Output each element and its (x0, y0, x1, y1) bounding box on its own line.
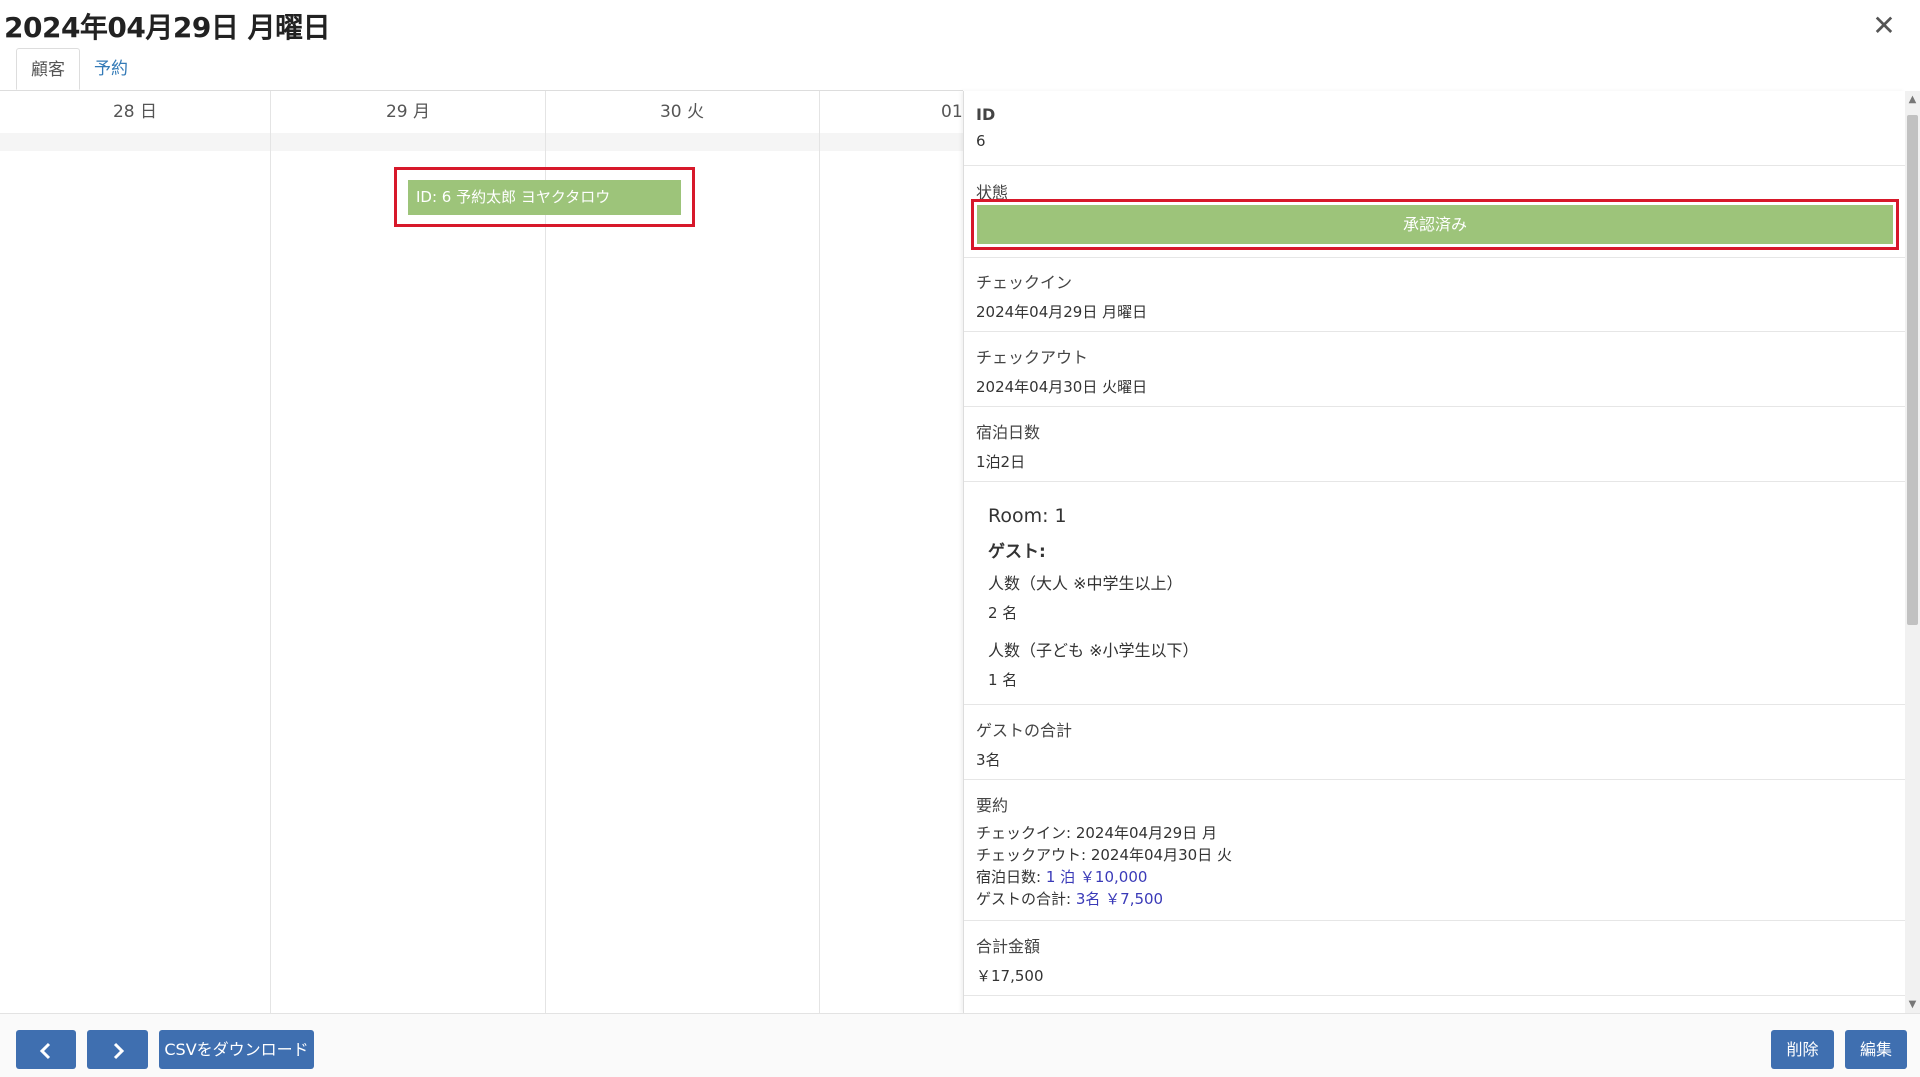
summary-nights-key: 宿泊日数: (976, 868, 1042, 886)
close-icon: ✕ (1872, 9, 1896, 42)
total-amount-value: ￥17,500 (976, 967, 1044, 985)
csv-download-button[interactable]: CSVをダウンロード (159, 1030, 314, 1069)
summary-checkin-value: 2024年04月29日 月 (1075, 824, 1217, 842)
reservation-event[interactable]: ID: 6 予約太郎 ヨヤクタロウ (408, 180, 681, 215)
id-label: ID (976, 105, 996, 124)
checkin-field: チェックイン 2024年04月29日 月曜日 (976, 269, 1894, 322)
edit-button[interactable]: 編集 (1845, 1030, 1907, 1069)
summary-checkout-value: 2024年04月30日 火 (1090, 846, 1232, 864)
divider (964, 257, 1905, 258)
divider (964, 704, 1905, 705)
divider (964, 165, 1905, 166)
summary-guests-key: ゲストの合計: (976, 890, 1072, 908)
adults-label: 人数（大人 ※中学生以上） (988, 574, 1183, 593)
id-field: ID 6 (976, 105, 1894, 150)
guest-total-value: 3名 (976, 751, 1001, 769)
checkin-value: 2024年04月29日 月曜日 (976, 303, 1148, 321)
divider (964, 995, 1905, 996)
day-header-30: 30 火 (659, 102, 705, 122)
summary-guests-value: 3名 ￥7,500 (1075, 890, 1164, 908)
total-amount-field: 合計金額 ￥17,500 (976, 933, 1894, 986)
column-divider (545, 91, 546, 1013)
children-label: 人数（子ども ※小学生以下） (988, 641, 1199, 660)
summary-label: 要約 (976, 796, 1009, 815)
scroll-up-arrow-icon[interactable]: ▲ (1905, 91, 1920, 108)
room-guest-label: ゲスト: (988, 542, 1046, 562)
adults-value: 2 名 (988, 604, 1018, 622)
tab-reservations[interactable]: 予約 (80, 48, 142, 90)
close-button[interactable]: ✕ (1870, 12, 1898, 40)
day-header-01: 01 (941, 102, 963, 122)
nights-field: 宿泊日数 1泊2日 (976, 419, 1894, 472)
reservation-dialog: 2024年04月29日 月曜日 ✕ 顧客 予約 28 日 29 月 30 火 0… (0, 0, 1920, 1077)
checkin-label: チェックイン (976, 273, 1073, 292)
summary-nights: 宿泊日数: 1 泊 ￥10,000 (976, 866, 1894, 888)
prev-button[interactable] (16, 1030, 76, 1069)
tab-customers[interactable]: 顧客 (16, 48, 80, 90)
tab-bar: 顧客 予約 (16, 48, 142, 90)
column-divider (819, 91, 820, 1013)
id-value: 6 (976, 132, 986, 150)
nights-label: 宿泊日数 (976, 423, 1041, 442)
divider (964, 406, 1905, 407)
reservation-detail-panel: ID 6 状態 承認済み チェックイン 2024年04月29日 月曜日 チェック… (963, 91, 1905, 1013)
delete-button[interactable]: 削除 (1771, 1030, 1834, 1069)
total-amount-label: 合計金額 (976, 937, 1041, 956)
room-section: Room: 1 ゲスト: 人数（大人 ※中学生以上） 2 名 人数（子ども ※小… (988, 505, 1905, 690)
page-title: 2024年04月29日 月曜日 (4, 11, 331, 44)
summary-nights-value: 1 泊 ￥10,000 (1045, 868, 1148, 886)
guest-total-label: ゲストの合計 (976, 721, 1073, 740)
children-value: 1 名 (988, 671, 1018, 689)
column-divider (270, 91, 271, 1013)
checkout-label: チェックアウト (976, 348, 1089, 367)
chevron-left-icon (39, 1042, 51, 1059)
next-button[interactable] (87, 1030, 148, 1069)
divider (964, 779, 1905, 780)
checkout-value: 2024年04月30日 火曜日 (976, 378, 1148, 396)
summary-field: 要約 チェックイン: 2024年04月29日 月 チェックアウト: 2024年0… (976, 792, 1894, 910)
room-title: Room: 1 (988, 505, 1067, 527)
detail-scrollbar[interactable]: ▲ ▼ (1905, 91, 1920, 1013)
divider (964, 331, 1905, 332)
summary-checkout: チェックアウト: 2024年04月30日 火 (976, 844, 1894, 866)
summary-checkin-key: チェックイン: (976, 824, 1072, 842)
checkout-field: チェックアウト 2024年04月30日 火曜日 (976, 344, 1894, 397)
summary-checkin: チェックイン: 2024年04月29日 月 (976, 822, 1894, 844)
summary-checkout-key: チェックアウト: (976, 846, 1087, 864)
summary-guests: ゲストの合計: 3名 ￥7,500 (976, 888, 1894, 910)
scroll-thumb[interactable] (1907, 115, 1918, 625)
nights-value: 1泊2日 (976, 453, 1026, 471)
divider (964, 481, 1905, 482)
guest-total-field: ゲストの合計 3名 (976, 717, 1894, 770)
day-header-29: 29 月 (385, 102, 431, 122)
footer-bar: CSVをダウンロード 削除 編集 (0, 1013, 1920, 1077)
divider (964, 920, 1905, 921)
scroll-down-arrow-icon[interactable]: ▼ (1905, 996, 1920, 1013)
day-header-28: 28 日 (112, 102, 158, 122)
chevron-right-icon (113, 1042, 124, 1059)
status-badge: 承認済み (977, 205, 1893, 244)
calendar-view: 28 日 29 月 30 火 01 ID: 6 予約太郎 ヨヤクタロウ (0, 91, 963, 1013)
